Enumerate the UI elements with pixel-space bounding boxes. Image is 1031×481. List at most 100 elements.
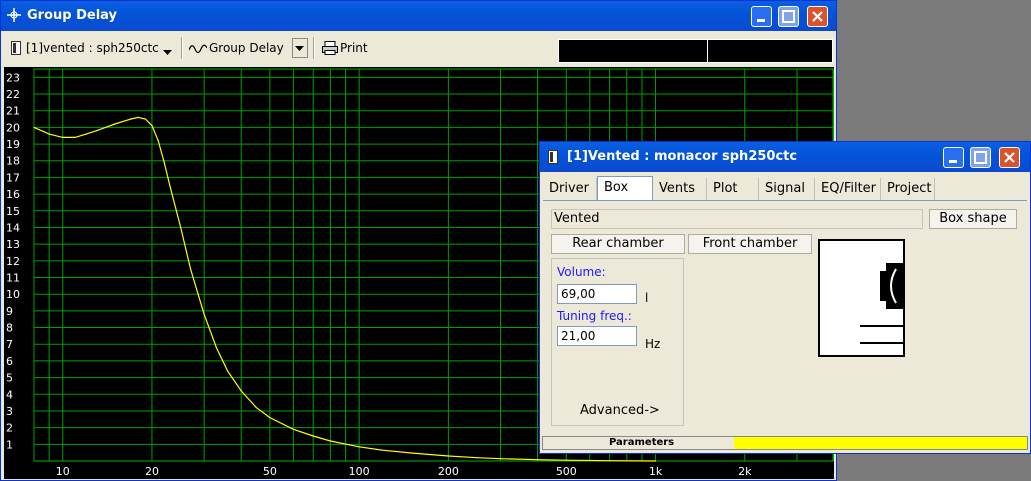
volume-label: Volume: (557, 265, 606, 279)
readout-box-1 (558, 39, 708, 63)
status-label: Parameters (609, 437, 675, 448)
group-delay-data-point (255, 407, 257, 409)
print-button[interactable]: Print (340, 38, 368, 58)
chevron-down-icon[interactable] (163, 45, 172, 59)
tuning-freq-unit: Hz (645, 337, 661, 351)
y-tick-label: 11 (6, 272, 20, 285)
y-tick-label: 13 (6, 238, 20, 251)
y-tick-label: 5 (6, 372, 13, 385)
volume-unit: l (645, 291, 649, 305)
y-tick-label: 9 (6, 305, 13, 318)
y-tick-label: 2 (6, 422, 13, 435)
group-delay-data-point (447, 455, 449, 457)
tab-bar: Driver Box Vents Plot Signal EQ/Filter P… (543, 176, 1027, 200)
readout-box-2 (707, 39, 833, 63)
crosshair-icon (7, 8, 21, 26)
front-chamber-button[interactable]: Front chamber (688, 234, 812, 254)
y-tick-label: 19 (6, 138, 20, 151)
close-button[interactable] (999, 147, 1020, 168)
y-tick-label: 20 (6, 121, 20, 134)
group-delay-data-point (215, 347, 217, 349)
box-window-title: [1]Vented : monacor sph250ctc (567, 149, 798, 164)
group-delay-data-point (227, 370, 229, 372)
group-delay-data-point (74, 136, 76, 138)
group-delay-data-point (62, 136, 64, 138)
group-delay-data-point (269, 417, 271, 419)
x-tick-label: 500 (556, 465, 577, 478)
group-delay-data-point (203, 313, 205, 315)
box-shape-button[interactable]: Box shape (929, 209, 1017, 229)
y-tick-label: 4 (6, 388, 13, 401)
y-tick-label: 1 (6, 438, 13, 451)
group-delay-titlebar[interactable]: Group Delay (1, 1, 836, 31)
tuning-freq-input[interactable]: 21,00 (557, 326, 637, 346)
toolbar: [1]vented : sph250ctc Group Delay Print (1, 31, 836, 63)
group-delay-data-point (410, 452, 412, 454)
printer-icon (322, 41, 338, 58)
tab-box[interactable]: Box (597, 176, 653, 200)
document-icon (548, 150, 558, 168)
group-delay-data-point (382, 449, 384, 451)
y-tick-label: 22 (6, 88, 20, 101)
group-delay-data-point (180, 226, 182, 229)
box-window-titlebar[interactable]: [1]Vented : monacor sph250ctc (540, 142, 1030, 172)
tab-driver[interactable]: Driver (543, 178, 597, 200)
group-delay-data-point (95, 130, 98, 132)
minimize-button[interactable] (943, 147, 964, 168)
plot-select-dropdown[interactable] (292, 38, 308, 58)
group-delay-data-point (48, 133, 50, 135)
group-delay-data-point (329, 440, 331, 442)
x-tick-label: 50 (263, 465, 277, 478)
y-tick-label: 21 (6, 105, 20, 118)
advanced-link[interactable]: Advanced-> (580, 403, 660, 418)
tab-eq-filter[interactable]: EQ/Filter (815, 178, 881, 200)
volume-input[interactable]: 69,00 (557, 284, 637, 304)
group-delay-data-point (151, 125, 153, 127)
tab-vents[interactable]: Vents (653, 178, 707, 200)
maximize-button[interactable] (778, 6, 799, 27)
group-delay-data-point (33, 126, 35, 128)
group-delay-data-point (609, 460, 611, 462)
tab-project[interactable]: Project (881, 178, 935, 200)
group-delay-data-point (537, 459, 539, 461)
x-tick-label: 20 (145, 465, 159, 478)
group-delay-data-point (85, 133, 87, 135)
close-button[interactable] (807, 6, 828, 27)
x-tick-label: 100 (349, 465, 370, 478)
x-tick-label: 10 (56, 465, 70, 478)
y-tick-label: 18 (6, 155, 20, 168)
y-tick-label: 3 (6, 405, 13, 418)
tuning-freq-label: Tuning freq.: (557, 309, 632, 323)
box-diagram (818, 239, 905, 357)
chamber-group: Volume: 69,00 l Tuning freq.: 21,00 Hz A… (551, 258, 684, 426)
group-delay-data-point (137, 116, 139, 118)
group-delay-data-point (114, 123, 116, 125)
window-title: Group Delay (27, 8, 118, 23)
tab-plot[interactable]: Plot (707, 178, 759, 200)
box-tab-panel: Vented Box shape Rear chamber Front cham… (543, 200, 1027, 433)
x-tick-label: 200 (438, 465, 459, 478)
toolbar-separator (313, 37, 315, 59)
group-delay-data-point (240, 390, 242, 392)
tab-signal[interactable]: Signal (759, 178, 815, 200)
group-delay-data-point (157, 140, 159, 142)
status-progress-fill (734, 437, 1027, 449)
group-delay-data-point (358, 446, 360, 448)
maximize-button[interactable] (970, 147, 991, 168)
plot-select[interactable]: Group Delay (209, 38, 284, 58)
group-delay-data-point (565, 459, 567, 461)
box-type-field: Vented (551, 209, 923, 229)
group-delay-data-point (312, 435, 314, 437)
group-delay-data-point (130, 118, 132, 120)
project-select[interactable]: [1]vented : sph250ctc (26, 38, 159, 58)
x-tick-label: 2k (738, 465, 752, 478)
minimize-button[interactable] (751, 6, 772, 27)
y-tick-label: 12 (6, 255, 20, 268)
y-tick-label: 17 (6, 171, 20, 184)
group-delay-data-point (500, 458, 502, 460)
x-tick-label: 1k (649, 465, 663, 478)
group-delay-data-point (476, 457, 478, 459)
document-icon (11, 41, 21, 58)
group-delay-data-point (144, 118, 146, 120)
rear-chamber-button[interactable]: Rear chamber (551, 234, 685, 254)
